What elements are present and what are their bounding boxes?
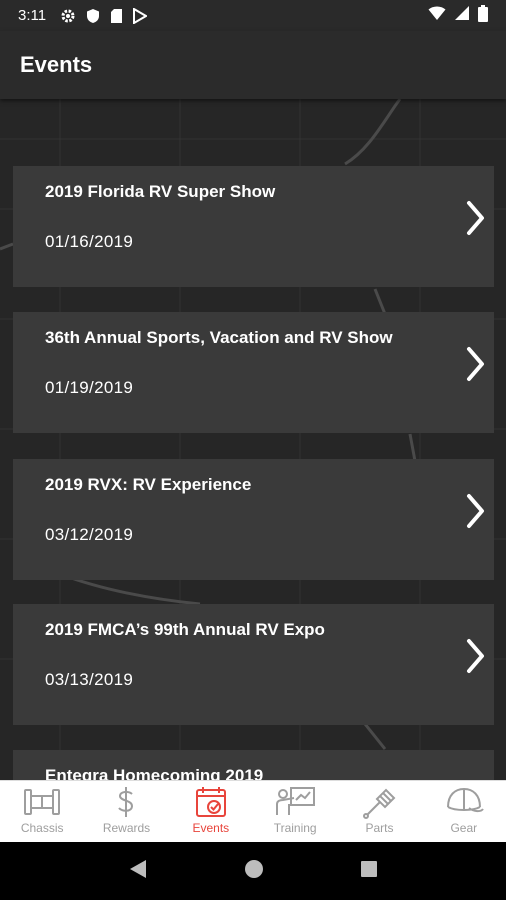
events-list[interactable]: 2019 Florida RV Super Show 01/16/2019 36… bbox=[0, 99, 506, 780]
event-card[interactable]: 2019 FMCA’s 99th Annual RV Expo 03/13/20… bbox=[13, 604, 494, 725]
tab-parts[interactable]: Parts bbox=[337, 781, 421, 842]
event-card[interactable]: Entegra Homecoming 2019 bbox=[13, 750, 494, 780]
bottom-tab-bar: Chassis Rewards Events Training Parts Ge… bbox=[0, 780, 506, 842]
tab-gear[interactable]: Gear bbox=[422, 781, 506, 842]
tab-label: Training bbox=[273, 821, 317, 835]
tab-label: Chassis bbox=[20, 821, 64, 835]
page-title: Events bbox=[20, 52, 93, 77]
recents-icon[interactable] bbox=[360, 860, 378, 883]
event-title: 2019 Florida RV Super Show bbox=[45, 182, 276, 201]
tab-label: Rewards bbox=[102, 821, 151, 835]
tab-label: Gear bbox=[450, 821, 478, 835]
home-icon[interactable] bbox=[244, 859, 264, 884]
wrench-icon bbox=[363, 788, 396, 819]
event-card[interactable]: 2019 RVX: RV Experience 03/12/2019 bbox=[13, 459, 494, 580]
event-date: 01/19/2019 bbox=[45, 378, 134, 397]
status-bar: 3:11 bbox=[0, 0, 506, 31]
tab-label: Events bbox=[192, 821, 230, 835]
app-bar: Events bbox=[0, 31, 506, 99]
gear-icon bbox=[60, 8, 76, 24]
tab-events[interactable]: Events bbox=[169, 781, 253, 842]
event-title: 2019 RVX: RV Experience bbox=[45, 475, 252, 494]
tab-training[interactable]: Training bbox=[253, 781, 337, 842]
chevron-right-icon bbox=[464, 636, 488, 681]
tab-label: Parts bbox=[365, 821, 394, 835]
wifi-icon bbox=[428, 5, 446, 26]
chassis-icon bbox=[24, 789, 61, 815]
event-title: 2019 FMCA’s 99th Annual RV Expo bbox=[45, 620, 325, 639]
calendar-check-icon bbox=[195, 787, 226, 817]
chevron-right-icon bbox=[464, 344, 488, 389]
dollar-icon bbox=[118, 787, 134, 817]
signal-icon bbox=[454, 5, 470, 26]
play-store-icon bbox=[133, 7, 148, 24]
event-date: 03/12/2019 bbox=[45, 525, 134, 544]
chevron-right-icon bbox=[464, 198, 488, 243]
event-card[interactable]: 2019 Florida RV Super Show 01/16/2019 bbox=[13, 166, 494, 287]
event-date: 01/16/2019 bbox=[45, 232, 134, 251]
event-title: Entegra Homecoming 2019 bbox=[45, 766, 264, 780]
sd-card-icon bbox=[110, 8, 123, 24]
event-date: 03/13/2019 bbox=[45, 670, 134, 689]
shield-icon bbox=[86, 8, 100, 24]
status-time: 3:11 bbox=[18, 7, 47, 24]
back-icon[interactable] bbox=[128, 858, 148, 885]
event-card[interactable]: 36th Annual Sports, Vacation and RV Show… bbox=[13, 312, 494, 433]
tab-rewards[interactable]: Rewards bbox=[84, 781, 168, 842]
event-title: 36th Annual Sports, Vacation and RV Show bbox=[45, 328, 393, 347]
battery-icon bbox=[478, 4, 488, 27]
system-nav-bar bbox=[0, 842, 506, 900]
presentation-icon bbox=[276, 787, 316, 815]
chevron-right-icon bbox=[464, 491, 488, 536]
tab-chassis[interactable]: Chassis bbox=[0, 781, 84, 842]
cap-icon bbox=[446, 787, 484, 813]
